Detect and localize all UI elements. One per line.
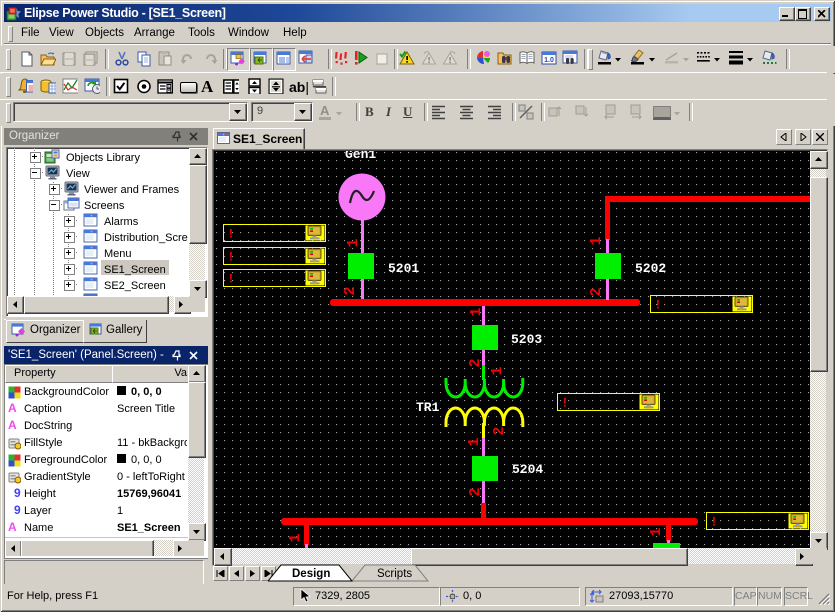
- svg-text:TR1: TR1: [416, 400, 440, 415]
- svg-text:5201: 5201: [388, 261, 419, 276]
- svg-text:5202: 5202: [635, 261, 666, 276]
- svg-text:Gen1: Gen1: [345, 151, 376, 162]
- svg-text:1: 1: [648, 527, 665, 536]
- svg-text:2: 2: [467, 358, 484, 367]
- svg-text:Design: Design: [292, 568, 330, 580]
- svg-text:1: 1: [345, 238, 362, 247]
- svg-text:1: 1: [489, 366, 506, 375]
- svg-text:2: 2: [342, 286, 359, 295]
- svg-text:1: 1: [588, 236, 605, 245]
- svg-text:2: 2: [588, 287, 605, 296]
- svg-text:1: 1: [468, 307, 485, 316]
- svg-text:2: 2: [467, 487, 484, 496]
- svg-text:5204: 5204: [512, 462, 543, 477]
- svg-text:2: 2: [491, 426, 508, 435]
- svg-text:1: 1: [466, 437, 483, 446]
- svg-text:1: 1: [287, 533, 304, 542]
- svg-text:1.0: 1.0: [544, 57, 554, 64]
- svg-text:Scripts: Scripts: [377, 568, 412, 580]
- svg-text:5203: 5203: [511, 332, 542, 347]
